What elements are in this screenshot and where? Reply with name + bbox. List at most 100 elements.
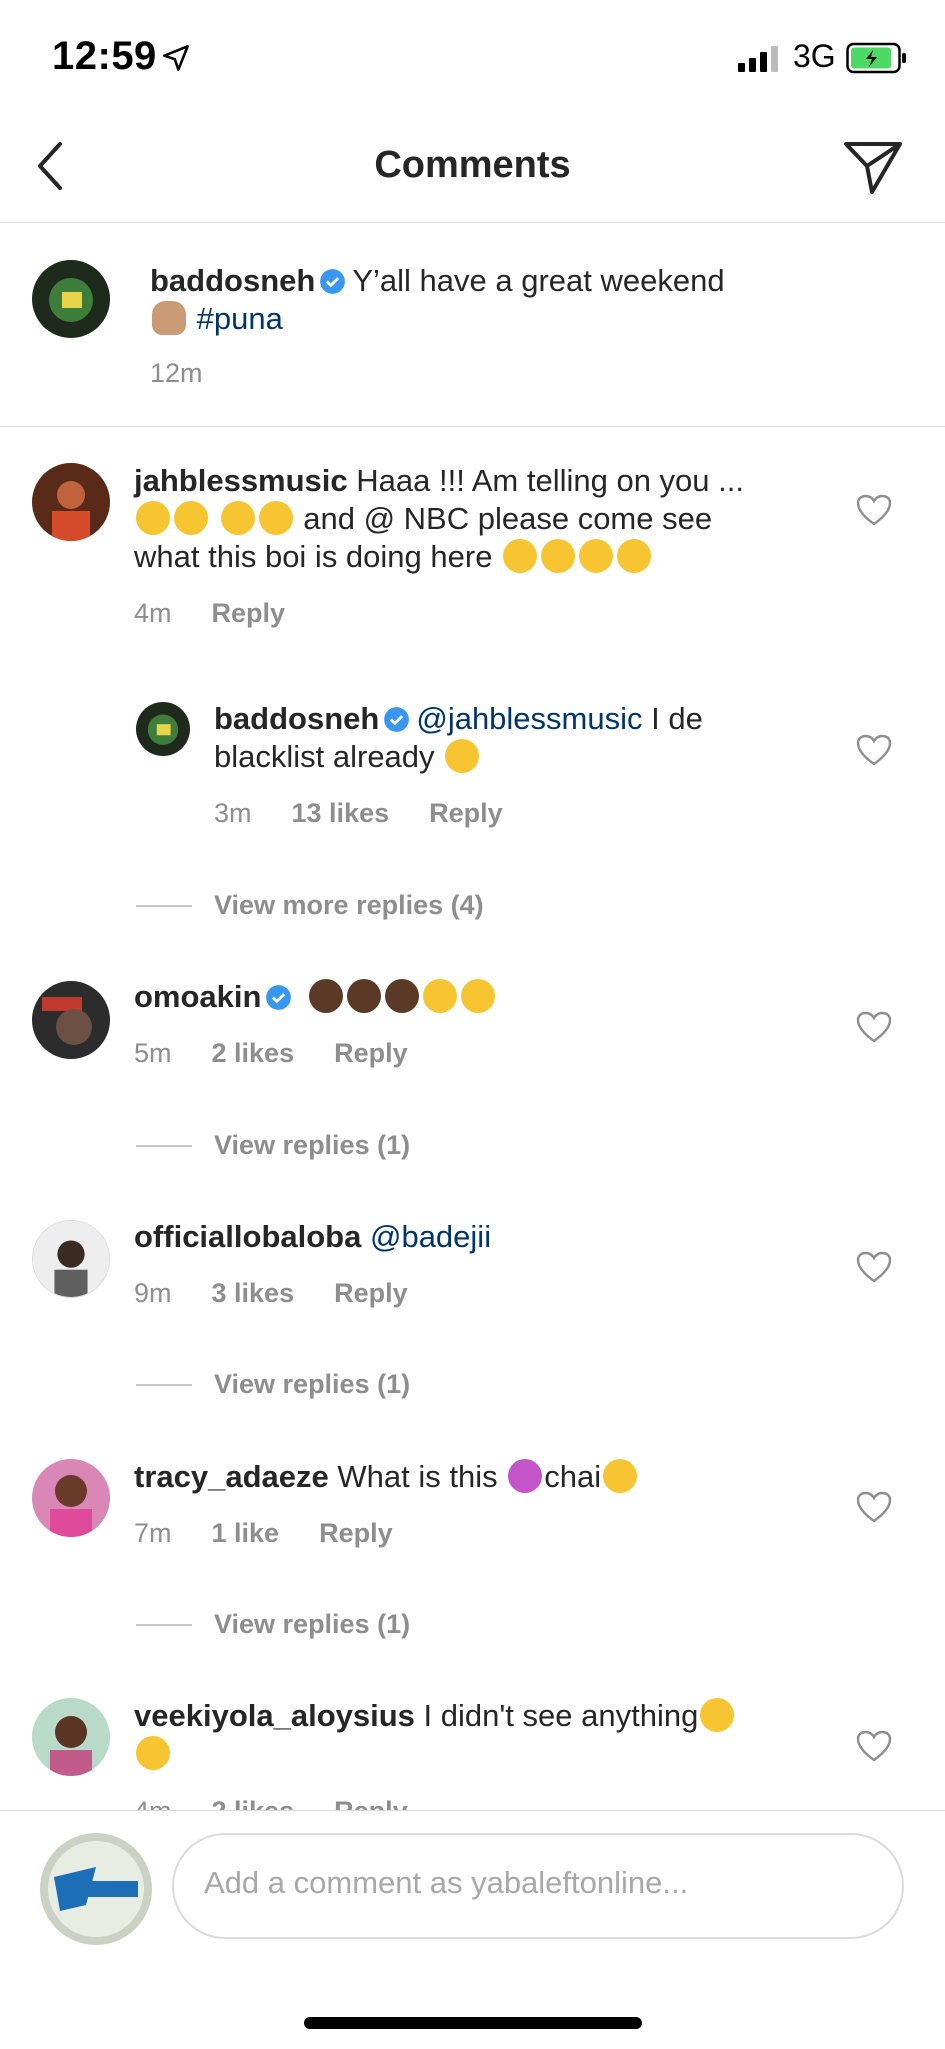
victory-hand-emoji bbox=[152, 301, 186, 335]
grinning-emoji bbox=[579, 539, 614, 573]
grinning-emoji bbox=[503, 539, 538, 573]
comment-time: 3m bbox=[214, 798, 252, 828]
comment-body-line1: I de bbox=[651, 701, 703, 736]
reply-button[interactable]: Reply bbox=[319, 1518, 393, 1548]
heart-icon[interactable] bbox=[856, 1491, 892, 1523]
sneezing-face-emoji bbox=[603, 1459, 638, 1493]
zany-face-emoji bbox=[220, 501, 255, 535]
comment-body-line1: Haaa !!! Am telling on you ... bbox=[356, 463, 744, 498]
comment-username[interactable]: veekiyola_aloysius bbox=[134, 1698, 415, 1733]
signal-icon bbox=[738, 44, 780, 72]
caption-body: Y’all have a great weekend bbox=[352, 263, 725, 298]
caption-time: 12m bbox=[150, 358, 203, 388]
zany-face-emoji bbox=[258, 501, 293, 535]
avatar[interactable] bbox=[32, 463, 110, 541]
page-title: Comments bbox=[374, 144, 571, 186]
verified-icon bbox=[320, 269, 346, 294]
send-icon[interactable] bbox=[842, 136, 904, 198]
mention-link[interactable]: @badejii bbox=[370, 1219, 491, 1254]
home-indicator bbox=[304, 2017, 642, 2029]
laughing-tears-emoji bbox=[423, 979, 458, 1013]
network-label: 3G bbox=[793, 38, 836, 74]
comment-time: 5m bbox=[134, 1038, 172, 1068]
status-time: 12:59 bbox=[52, 34, 157, 78]
comment-text: veekiyola_aloysius I didn't see anything bbox=[134, 1697, 834, 1773]
facepalm-emoji bbox=[508, 1459, 543, 1493]
divider bbox=[136, 1384, 192, 1386]
comment-text: tracy_adaeze What is this chai bbox=[134, 1458, 834, 1496]
reply-button[interactable]: Reply bbox=[334, 1038, 408, 1068]
avatar[interactable] bbox=[32, 1220, 110, 1298]
view-replies-button[interactable]: View replies (1) bbox=[214, 1609, 410, 1640]
laughing-tears-emoji bbox=[617, 539, 652, 573]
avatar[interactable] bbox=[136, 702, 190, 756]
avatar[interactable] bbox=[32, 260, 110, 338]
likes-count[interactable]: 1 like bbox=[212, 1518, 280, 1548]
comment-username[interactable]: jahblessmusic bbox=[134, 463, 348, 498]
person-gesturing-ok-emoji bbox=[309, 979, 344, 1013]
comment-body-line2: chai bbox=[544, 1459, 602, 1494]
person-gesturing-ok-emoji bbox=[385, 979, 420, 1013]
caption: baddosneh Y’all have a great weekend #pun… bbox=[0, 222, 945, 427]
comment-username[interactable]: tracy_adaeze bbox=[134, 1459, 329, 1494]
confounded-face-emoji bbox=[700, 1698, 735, 1732]
likes-count[interactable]: 3 likes bbox=[212, 1278, 295, 1308]
heart-icon[interactable] bbox=[856, 734, 892, 766]
heart-icon[interactable] bbox=[856, 1011, 892, 1043]
avatar[interactable] bbox=[32, 1698, 110, 1776]
comment-input[interactable]: Add a comment as yabaleftonline... bbox=[172, 1833, 904, 1939]
comment-input-bar: Add a comment as yabaleftonline... bbox=[0, 1810, 945, 2049]
heart-icon[interactable] bbox=[856, 494, 892, 526]
view-replies-button[interactable]: View replies (1) bbox=[214, 1369, 410, 1400]
comment-meta: 5m 2 likes Reply bbox=[134, 1038, 448, 1069]
comment-time: 9m bbox=[134, 1278, 172, 1308]
running-emoji bbox=[136, 501, 170, 535]
divider bbox=[136, 1624, 192, 1626]
comment-body-line1: What is this bbox=[337, 1459, 498, 1494]
divider bbox=[136, 905, 192, 907]
comment-meta: 9m 3 likes Reply bbox=[134, 1278, 448, 1309]
verified-icon bbox=[384, 707, 410, 732]
avatar[interactable] bbox=[40, 1833, 152, 1945]
view-replies-button[interactable]: View replies (1) bbox=[214, 1130, 410, 1161]
laughing-tears-emoji bbox=[445, 739, 480, 773]
rofl-emoji bbox=[461, 979, 496, 1013]
likes-count[interactable]: 2 likes bbox=[212, 1038, 295, 1068]
comment-body-line3: what this boi is doing here bbox=[134, 539, 493, 574]
heart-icon[interactable] bbox=[856, 1251, 892, 1283]
avatar[interactable] bbox=[32, 981, 110, 1059]
header: Comments bbox=[0, 112, 945, 223]
comment-meta: 3m 13 likes Reply bbox=[214, 798, 543, 829]
comment-text: officiallobaloba @badejii bbox=[134, 1218, 834, 1256]
comment-body-line2: and @ NBC please come see bbox=[303, 501, 713, 536]
comment-meta: 4m Reply bbox=[134, 598, 325, 629]
comment-text: baddosneh @jahblessmusic I de blacklist a… bbox=[214, 700, 814, 776]
mention-link[interactable]: @jahblessmusic bbox=[416, 701, 642, 736]
grinning-emoji bbox=[541, 539, 576, 573]
running-emoji bbox=[174, 501, 208, 535]
reply-button[interactable]: Reply bbox=[429, 798, 503, 828]
status-bar: 12:59 3G bbox=[0, 0, 945, 112]
battery-icon bbox=[846, 42, 906, 74]
comment-meta: 7m 1 like Reply bbox=[134, 1518, 433, 1549]
comment-body-line2: blacklist already bbox=[214, 739, 435, 774]
comment-username[interactable]: officiallobaloba bbox=[134, 1219, 361, 1254]
caption-meta: 12m bbox=[150, 358, 243, 389]
comment-text: jahblessmusic Haaa !!! Am telling on you… bbox=[134, 462, 834, 576]
confounded-face-emoji bbox=[136, 1736, 170, 1770]
comment-username[interactable]: omoakin bbox=[134, 979, 261, 1014]
avatar[interactable] bbox=[32, 1459, 110, 1537]
verified-icon bbox=[266, 985, 292, 1010]
comment-time: 7m bbox=[134, 1518, 172, 1548]
view-more-replies-button[interactable]: View more replies (4) bbox=[214, 890, 484, 921]
heart-icon[interactable] bbox=[856, 1730, 892, 1762]
reply-button[interactable]: Reply bbox=[212, 598, 286, 628]
caption-username[interactable]: baddosneh bbox=[150, 263, 315, 298]
reply-button[interactable]: Reply bbox=[334, 1278, 408, 1308]
comment-text: omoakin bbox=[134, 978, 834, 1016]
likes-count[interactable]: 13 likes bbox=[292, 798, 390, 828]
hashtag-link[interactable]: #puna bbox=[197, 301, 283, 336]
caption-text: baddosneh Y’all have a great weekend #pun… bbox=[150, 262, 830, 338]
person-gesturing-ok-emoji bbox=[347, 979, 382, 1013]
comment-username[interactable]: baddosneh bbox=[214, 701, 379, 736]
